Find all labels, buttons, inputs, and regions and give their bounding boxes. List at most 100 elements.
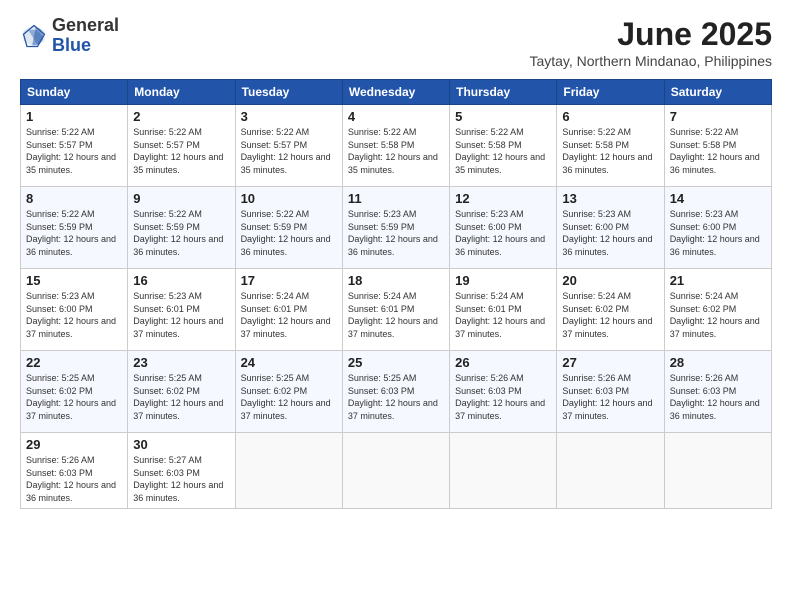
day-info: Sunrise: 5:22 AMSunset: 5:58 PMDaylight:… xyxy=(455,127,545,175)
day-number: 18 xyxy=(348,273,444,288)
logo: General Blue xyxy=(20,16,119,56)
table-row xyxy=(557,433,664,509)
day-info: Sunrise: 5:24 AMSunset: 6:01 PMDaylight:… xyxy=(241,291,331,339)
day-info: Sunrise: 5:25 AMSunset: 6:02 PMDaylight:… xyxy=(26,373,116,421)
day-number: 16 xyxy=(133,273,229,288)
logo-icon xyxy=(20,22,48,50)
col-friday: Friday xyxy=(557,80,664,105)
col-monday: Monday xyxy=(128,80,235,105)
day-info: Sunrise: 5:22 AMSunset: 5:57 PMDaylight:… xyxy=(133,127,223,175)
logo-text: General Blue xyxy=(52,16,119,56)
col-saturday: Saturday xyxy=(664,80,771,105)
day-number: 1 xyxy=(26,109,122,124)
day-info: Sunrise: 5:26 AMSunset: 6:03 PMDaylight:… xyxy=(562,373,652,421)
calendar-table: Sunday Monday Tuesday Wednesday Thursday… xyxy=(20,79,772,509)
col-thursday: Thursday xyxy=(450,80,557,105)
table-row: 13 Sunrise: 5:23 AMSunset: 6:00 PMDaylig… xyxy=(557,187,664,269)
logo-blue: Blue xyxy=(52,35,91,55)
day-info: Sunrise: 5:23 AMSunset: 6:00 PMDaylight:… xyxy=(562,209,652,257)
day-info: Sunrise: 5:26 AMSunset: 6:03 PMDaylight:… xyxy=(455,373,545,421)
table-row: 25 Sunrise: 5:25 AMSunset: 6:03 PMDaylig… xyxy=(342,351,449,433)
table-row: 26 Sunrise: 5:26 AMSunset: 6:03 PMDaylig… xyxy=(450,351,557,433)
table-row: 2 Sunrise: 5:22 AMSunset: 5:57 PMDayligh… xyxy=(128,105,235,187)
day-info: Sunrise: 5:22 AMSunset: 5:59 PMDaylight:… xyxy=(241,209,331,257)
day-info: Sunrise: 5:23 AMSunset: 6:00 PMDaylight:… xyxy=(670,209,760,257)
table-row: 16 Sunrise: 5:23 AMSunset: 6:01 PMDaylig… xyxy=(128,269,235,351)
day-info: Sunrise: 5:22 AMSunset: 5:59 PMDaylight:… xyxy=(133,209,223,257)
table-row xyxy=(342,433,449,509)
table-row: 28 Sunrise: 5:26 AMSunset: 6:03 PMDaylig… xyxy=(664,351,771,433)
table-row: 15 Sunrise: 5:23 AMSunset: 6:00 PMDaylig… xyxy=(21,269,128,351)
day-info: Sunrise: 5:24 AMSunset: 6:02 PMDaylight:… xyxy=(670,291,760,339)
month-year: June 2025 xyxy=(529,16,772,53)
day-number: 3 xyxy=(241,109,337,124)
day-number: 22 xyxy=(26,355,122,370)
header-row: Sunday Monday Tuesday Wednesday Thursday… xyxy=(21,80,772,105)
day-info: Sunrise: 5:23 AMSunset: 6:00 PMDaylight:… xyxy=(455,209,545,257)
table-row: 18 Sunrise: 5:24 AMSunset: 6:01 PMDaylig… xyxy=(342,269,449,351)
day-number: 19 xyxy=(455,273,551,288)
table-row: 20 Sunrise: 5:24 AMSunset: 6:02 PMDaylig… xyxy=(557,269,664,351)
day-number: 4 xyxy=(348,109,444,124)
table-row: 11 Sunrise: 5:23 AMSunset: 5:59 PMDaylig… xyxy=(342,187,449,269)
day-number: 2 xyxy=(133,109,229,124)
table-row: 9 Sunrise: 5:22 AMSunset: 5:59 PMDayligh… xyxy=(128,187,235,269)
table-row: 23 Sunrise: 5:25 AMSunset: 6:02 PMDaylig… xyxy=(128,351,235,433)
table-row: 22 Sunrise: 5:25 AMSunset: 6:02 PMDaylig… xyxy=(21,351,128,433)
table-row xyxy=(664,433,771,509)
day-number: 15 xyxy=(26,273,122,288)
table-row: 17 Sunrise: 5:24 AMSunset: 6:01 PMDaylig… xyxy=(235,269,342,351)
day-number: 24 xyxy=(241,355,337,370)
table-row: 4 Sunrise: 5:22 AMSunset: 5:58 PMDayligh… xyxy=(342,105,449,187)
day-number: 17 xyxy=(241,273,337,288)
day-number: 7 xyxy=(670,109,766,124)
col-tuesday: Tuesday xyxy=(235,80,342,105)
day-info: Sunrise: 5:22 AMSunset: 5:58 PMDaylight:… xyxy=(348,127,438,175)
table-row: 7 Sunrise: 5:22 AMSunset: 5:58 PMDayligh… xyxy=(664,105,771,187)
table-row: 21 Sunrise: 5:24 AMSunset: 6:02 PMDaylig… xyxy=(664,269,771,351)
table-row: 12 Sunrise: 5:23 AMSunset: 6:00 PMDaylig… xyxy=(450,187,557,269)
title-block: June 2025 Taytay, Northern Mindanao, Phi… xyxy=(529,16,772,69)
day-info: Sunrise: 5:23 AMSunset: 5:59 PMDaylight:… xyxy=(348,209,438,257)
col-sunday: Sunday xyxy=(21,80,128,105)
day-info: Sunrise: 5:23 AMSunset: 6:00 PMDaylight:… xyxy=(26,291,116,339)
table-row: 14 Sunrise: 5:23 AMSunset: 6:00 PMDaylig… xyxy=(664,187,771,269)
day-info: Sunrise: 5:25 AMSunset: 6:02 PMDaylight:… xyxy=(133,373,223,421)
day-number: 20 xyxy=(562,273,658,288)
day-number: 11 xyxy=(348,191,444,206)
day-info: Sunrise: 5:22 AMSunset: 5:58 PMDaylight:… xyxy=(562,127,652,175)
day-info: Sunrise: 5:27 AMSunset: 6:03 PMDaylight:… xyxy=(133,455,223,503)
day-number: 12 xyxy=(455,191,551,206)
table-row: 30 Sunrise: 5:27 AMSunset: 6:03 PMDaylig… xyxy=(128,433,235,509)
table-row: 29 Sunrise: 5:26 AMSunset: 6:03 PMDaylig… xyxy=(21,433,128,509)
day-number: 6 xyxy=(562,109,658,124)
day-number: 25 xyxy=(348,355,444,370)
day-info: Sunrise: 5:22 AMSunset: 5:57 PMDaylight:… xyxy=(241,127,331,175)
table-row: 24 Sunrise: 5:25 AMSunset: 6:02 PMDaylig… xyxy=(235,351,342,433)
day-number: 10 xyxy=(241,191,337,206)
table-row: 27 Sunrise: 5:26 AMSunset: 6:03 PMDaylig… xyxy=(557,351,664,433)
day-number: 8 xyxy=(26,191,122,206)
table-row: 8 Sunrise: 5:22 AMSunset: 5:59 PMDayligh… xyxy=(21,187,128,269)
day-number: 26 xyxy=(455,355,551,370)
day-info: Sunrise: 5:25 AMSunset: 6:02 PMDaylight:… xyxy=(241,373,331,421)
day-info: Sunrise: 5:22 AMSunset: 5:57 PMDaylight:… xyxy=(26,127,116,175)
day-info: Sunrise: 5:26 AMSunset: 6:03 PMDaylight:… xyxy=(26,455,116,503)
logo-general: General xyxy=(52,15,119,35)
table-row xyxy=(450,433,557,509)
page: General Blue June 2025 Taytay, Northern … xyxy=(0,0,792,612)
table-row: 1 Sunrise: 5:22 AMSunset: 5:57 PMDayligh… xyxy=(21,105,128,187)
day-info: Sunrise: 5:26 AMSunset: 6:03 PMDaylight:… xyxy=(670,373,760,421)
day-number: 23 xyxy=(133,355,229,370)
table-row: 3 Sunrise: 5:22 AMSunset: 5:57 PMDayligh… xyxy=(235,105,342,187)
day-info: Sunrise: 5:22 AMSunset: 5:58 PMDaylight:… xyxy=(670,127,760,175)
table-row xyxy=(235,433,342,509)
day-number: 14 xyxy=(670,191,766,206)
day-info: Sunrise: 5:22 AMSunset: 5:59 PMDaylight:… xyxy=(26,209,116,257)
day-info: Sunrise: 5:24 AMSunset: 6:01 PMDaylight:… xyxy=(348,291,438,339)
day-info: Sunrise: 5:23 AMSunset: 6:01 PMDaylight:… xyxy=(133,291,223,339)
day-info: Sunrise: 5:24 AMSunset: 6:02 PMDaylight:… xyxy=(562,291,652,339)
day-number: 30 xyxy=(133,437,229,452)
table-row: 10 Sunrise: 5:22 AMSunset: 5:59 PMDaylig… xyxy=(235,187,342,269)
day-number: 9 xyxy=(133,191,229,206)
